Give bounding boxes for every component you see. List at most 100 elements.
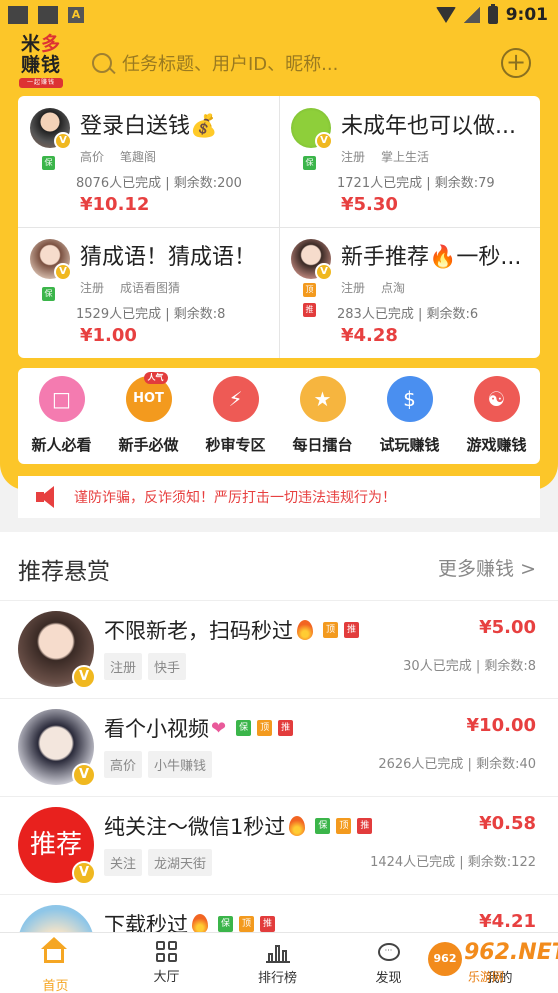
recommend-badge: 推	[303, 303, 316, 317]
task-card[interactable]: V 保 未成年也可以做... 注册 掌上生活 1721人已完成 | 剩余数:79 …	[279, 96, 540, 227]
speaker-icon	[36, 486, 62, 508]
item-stats: 2626人已完成 | 剩余数:40	[378, 757, 536, 772]
fire-icon	[297, 620, 313, 640]
item-tag: 关注	[104, 849, 143, 876]
notice-text: 谨防诈骗，反诈须知！严厉打击一切违法违规行为！	[74, 490, 396, 506]
list-item[interactable]: V 不限新老，扫码秒过 顶推 注册 快手 ¥5.00 30人已完成 | 剩余数:8	[0, 600, 558, 698]
task-tag: 笔趣阁	[120, 150, 157, 164]
lightning-icon: ⚡	[212, 376, 259, 422]
top-badge: 顶	[336, 818, 352, 834]
item-title: 看个小视频	[104, 717, 209, 741]
task-price: ¥10.12	[80, 194, 150, 215]
tab-hall[interactable]: 大厅	[111, 941, 222, 985]
fire-icon	[289, 816, 306, 836]
battery-icon	[487, 4, 498, 24]
grid-icon	[156, 941, 177, 962]
trophy-icon: ★	[299, 376, 346, 422]
fire-icon	[192, 914, 208, 934]
item-tag: 注册	[104, 653, 143, 680]
task-tag: 点淘	[381, 281, 406, 295]
verified-icon: V	[72, 665, 96, 689]
guarantee-badge: 保	[236, 720, 252, 736]
task-tag: 注册	[341, 150, 366, 164]
item-stats: 30人已完成 | 剩余数:8	[403, 659, 536, 674]
verified-icon: V	[54, 132, 72, 150]
recommend-badge: 推	[278, 720, 294, 736]
task-price: ¥1.00	[80, 325, 137, 346]
task-title: 新手推荐🔥一秒...	[341, 245, 522, 270]
signal-icon	[463, 7, 480, 23]
task-tag: 成语看图猜	[120, 281, 181, 295]
heart-icon: ❤	[211, 717, 227, 739]
category-newbie-tasks[interactable]: HOT 人气 新手必做	[105, 372, 192, 455]
recommended-section: 推荐悬赏 更多赚钱 > V 不限新老，扫码秒过 顶推 注册 快手 ¥5.00 30…	[0, 532, 558, 981]
anti-fraud-notice[interactable]: 谨防诈骗，反诈须知！严厉打击一切违法违规行为！	[18, 476, 540, 518]
section-title: 推荐悬赏	[18, 559, 110, 585]
item-price: ¥10.00	[466, 715, 536, 736]
status-bar: A 9:01	[0, 0, 558, 30]
item-title: 不限新老，扫码秒过	[104, 619, 293, 643]
tab-home[interactable]: 首页	[0, 937, 111, 993]
guarantee-badge: 保	[303, 156, 316, 170]
task-tag: 掌上生活	[381, 150, 430, 164]
task-title: 登录白送钱💰	[80, 114, 218, 139]
category-bar: □ 新人必看 HOT 人气 新手必做 ⚡ 秒审专区 ★ 每日擂台 $ 试玩赚钱 ☯…	[18, 368, 540, 464]
category-newbie-guide[interactable]: □ 新人必看	[18, 376, 105, 455]
task-price: ¥4.28	[341, 325, 398, 346]
task-card[interactable]: V 顶 推 新手推荐🔥一秒... 注册 点淘 283人已完成 | 剩余数:6 ¥4…	[279, 227, 540, 358]
item-title: 纯关注～微信1秒过	[104, 815, 286, 839]
tab-ranking[interactable]: 排行榜	[222, 941, 333, 986]
item-tag: 龙湖天街	[148, 849, 213, 876]
recommend-badge: 推	[260, 916, 275, 932]
status-time: 9:01	[505, 5, 548, 25]
search-placeholder: 任务标题、用户ID、昵称...	[122, 54, 339, 75]
search-input[interactable]: 任务标题、用户ID、昵称...	[92, 48, 338, 78]
item-price: ¥5.00	[479, 617, 536, 638]
guarantee-badge: 保	[42, 156, 55, 170]
task-tag: 注册	[341, 281, 366, 295]
more-earn-link[interactable]: 更多赚钱 >	[438, 554, 536, 581]
verified-icon: V	[72, 861, 96, 885]
site-watermark: 962 962.NET 乐游网	[420, 936, 558, 988]
task-card[interactable]: V 保 登录白送钱💰 高价 笔趣阁 8076人已完成 | 剩余数:200 ¥10.…	[18, 96, 279, 227]
task-price: ¥5.30	[341, 194, 398, 215]
ranking-icon	[265, 941, 290, 963]
list-item[interactable]: 推荐 V 纯关注～微信1秒过 保顶推 关注 龙湖天街 ¥0.58 1424人已完成…	[0, 796, 558, 894]
item-price: ¥4.21	[479, 911, 536, 932]
book-icon: □	[38, 376, 85, 422]
item-stats: 1424人已完成 | 剩余数:122	[370, 855, 536, 870]
item-tag: 快手	[148, 653, 187, 680]
task-tag: 高价	[80, 150, 105, 164]
task-title: 猜成语！猜成语！	[80, 245, 257, 270]
list-item[interactable]: V 看个小视频 ❤ 保顶推 高价 小牛赚钱 ¥10.00 2626人已完成 | 剩余…	[0, 698, 558, 796]
guarantee-badge: 保	[218, 916, 233, 932]
task-card[interactable]: V 保 猜成语！猜成语！ 注册 成语看图猜 1529人已完成 | 剩余数:8 ¥1…	[18, 227, 279, 358]
category-fast-review[interactable]: ⚡ 秒审专区	[192, 376, 279, 455]
task-tag: 注册	[80, 281, 105, 295]
top-badge: 顶	[323, 622, 338, 638]
wifi-icon	[435, 7, 456, 23]
category-daily-arena[interactable]: ★ 每日擂台	[279, 376, 366, 455]
money-bag-icon: $	[386, 376, 433, 422]
chat-icon: ···	[377, 943, 400, 961]
notification-icon	[8, 6, 28, 24]
verified-icon: V	[54, 263, 72, 281]
task-stats: 8076人已完成 | 剩余数:200	[76, 176, 242, 191]
task-stats: 1529人已完成 | 剩余数:8	[76, 307, 226, 322]
category-trial-earn[interactable]: $ 试玩赚钱	[366, 376, 453, 455]
item-tag: 高价	[104, 751, 143, 778]
verified-icon: V	[315, 132, 333, 150]
home-icon	[40, 937, 67, 963]
verified-icon: V	[72, 763, 96, 787]
recommend-badge: 推	[344, 622, 359, 638]
search-icon	[92, 53, 112, 73]
category-game-earn[interactable]: ☯ 游戏赚钱	[453, 376, 540, 455]
recommend-badge: 推	[357, 818, 373, 834]
task-stats: 283人已完成 | 剩余数:6	[337, 307, 479, 322]
top-badge: 顶	[303, 283, 316, 297]
app-logo[interactable]: 米多 赚钱 一起赚钱	[16, 34, 66, 90]
gamepad-icon: ☯	[473, 376, 520, 422]
a-notification-icon: A	[68, 7, 84, 23]
guarantee-badge: 保	[42, 287, 55, 301]
add-task-button[interactable]: +	[501, 48, 531, 78]
